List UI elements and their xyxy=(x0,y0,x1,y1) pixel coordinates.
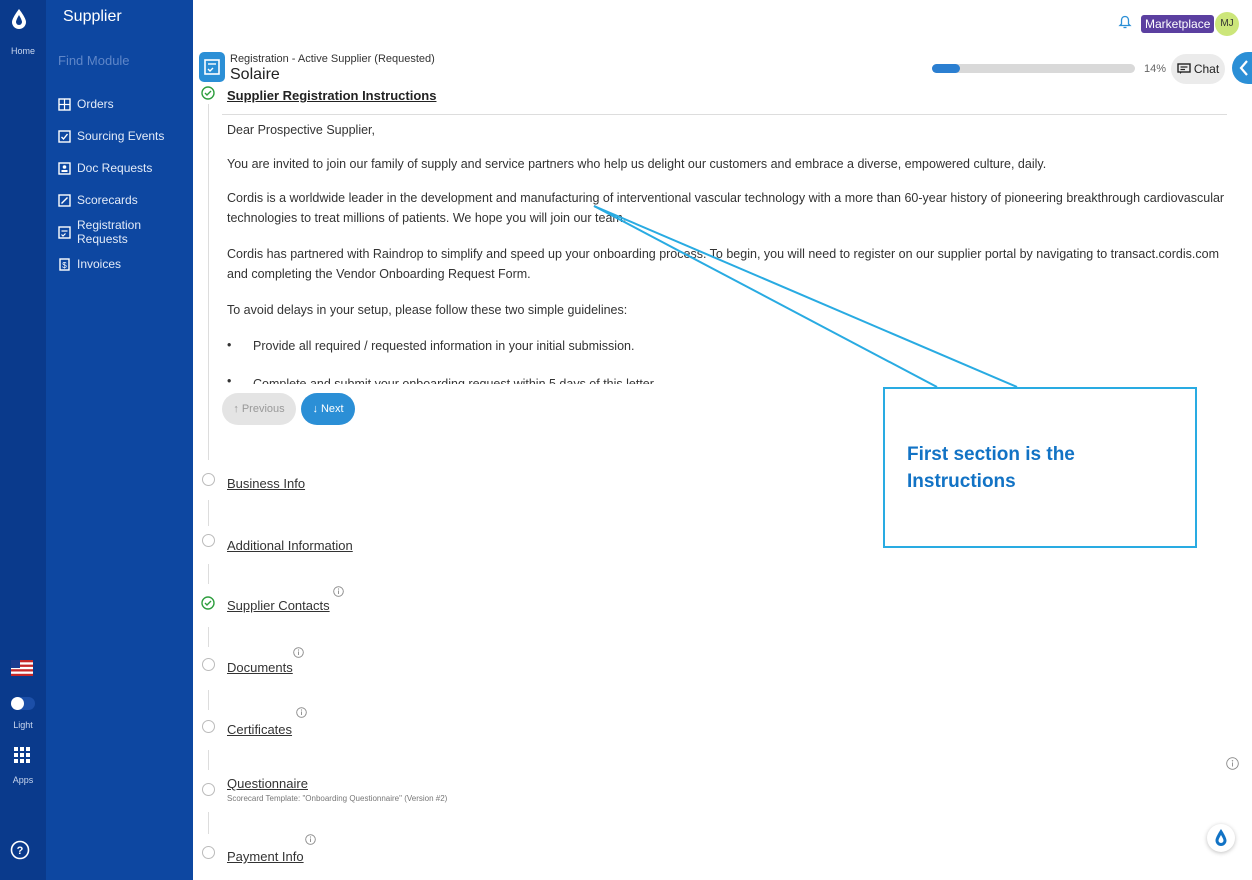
step-payment-info[interactable]: Payment Info xyxy=(227,849,304,864)
registration-icon xyxy=(58,225,71,239)
step-connector xyxy=(208,500,209,526)
sidebar-item-label: Invoices xyxy=(77,257,122,271)
chevron-left-icon xyxy=(1239,60,1248,76)
step-connector xyxy=(208,812,209,834)
chat-label: Chat xyxy=(1193,62,1220,76)
step-pending-icon xyxy=(202,473,215,486)
orders-icon xyxy=(58,97,71,111)
sidebar-item-label: Sourcing Events xyxy=(77,129,165,143)
step-complete-icon xyxy=(201,86,215,100)
sidebar-item-invoices[interactable]: $ Invoices xyxy=(58,248,193,280)
sidebar-menu: Orders Sourcing Events Doc Requests Scor… xyxy=(58,88,193,280)
info-icon[interactable] xyxy=(296,707,307,718)
step-pending-icon xyxy=(202,658,215,671)
next-label: Next xyxy=(320,403,344,415)
arrow-down-icon: ↓ xyxy=(312,403,318,415)
step-pending-icon xyxy=(202,783,215,796)
us-flag-icon[interactable] xyxy=(11,660,33,676)
sidebar-item-orders[interactable]: Orders xyxy=(58,88,193,120)
raindrop-logo-icon[interactable] xyxy=(8,8,30,30)
previous-button[interactable]: ↑ Previous xyxy=(222,393,296,425)
scorecards-icon xyxy=(58,193,71,207)
sidebar-item-label: Registration Requests xyxy=(77,218,142,246)
step-complete-icon xyxy=(201,596,215,610)
step-connector xyxy=(208,690,209,710)
letter-bullet: Provide all required / requested informa… xyxy=(253,339,635,353)
arrow-up-icon: ↑ xyxy=(233,403,239,415)
sidebar-item-label: Orders xyxy=(77,97,114,111)
help-icon[interactable]: ? xyxy=(10,840,30,860)
app-rail: Home Light Apps ? xyxy=(0,0,46,880)
annotation-callout: First section is the Instructions xyxy=(883,387,1197,548)
letter-paragraph: To avoid delays in your setup, please fo… xyxy=(227,303,628,317)
theme-toggle[interactable] xyxy=(11,697,35,710)
home-label[interactable]: Home xyxy=(0,46,46,56)
svg-text:?: ? xyxy=(17,845,24,857)
collapse-panel-button[interactable] xyxy=(1232,52,1252,84)
previous-label: Previous xyxy=(241,403,285,415)
bullet-dot: • xyxy=(227,374,232,384)
letter-greeting: Dear Prospective Supplier, xyxy=(227,123,375,137)
section-title[interactable]: Supplier Registration Instructions xyxy=(227,88,436,103)
avatar[interactable]: MJ xyxy=(1215,12,1239,36)
notification-bell-icon[interactable] xyxy=(1118,15,1132,29)
sidebar-item-doc-requests[interactable]: Doc Requests xyxy=(58,152,193,184)
info-icon[interactable] xyxy=(305,834,316,845)
step-business-info[interactable]: Business Info xyxy=(227,476,305,491)
assistant-button[interactable] xyxy=(1207,824,1235,852)
find-module-input[interactable]: Find Module xyxy=(58,53,130,68)
callout-text: First section is the Instructions xyxy=(907,444,1075,492)
marketplace-button[interactable]: Marketplace xyxy=(1141,15,1215,33)
sourcing-icon xyxy=(58,129,71,143)
step-questionnaire[interactable]: Questionnaire xyxy=(227,776,308,791)
bullet-dot: • xyxy=(227,338,232,352)
step-additional-information[interactable]: Additional Information xyxy=(227,538,353,553)
step-certificates[interactable]: Certificates xyxy=(227,722,292,737)
step-pending-icon xyxy=(202,846,215,859)
progress-fill xyxy=(932,64,961,73)
sidebar-item-sourcing-events[interactable]: Sourcing Events xyxy=(58,120,193,152)
invoices-icon: $ xyxy=(59,257,70,271)
step-connector xyxy=(208,750,209,770)
chat-icon xyxy=(1177,63,1191,74)
apps-label[interactable]: Apps xyxy=(0,775,46,785)
letter-paragraph: Cordis is a worldwide leader in the deve… xyxy=(227,191,1225,225)
svg-text:$: $ xyxy=(62,261,67,270)
info-icon[interactable] xyxy=(333,586,344,597)
chat-button[interactable]: Chat xyxy=(1171,54,1225,84)
letter-bullet: Complete and submit your onboarding requ… xyxy=(253,377,657,384)
apps-grid-icon[interactable] xyxy=(14,747,30,763)
doc-requests-icon xyxy=(58,161,71,175)
sidebar-item-scorecards[interactable]: Scorecards xyxy=(58,184,193,216)
clipped-text-area: • Complete and submit your onboarding re… xyxy=(222,372,1227,384)
section-divider xyxy=(222,114,1227,115)
registration-subtitle: Registration - Active Supplier (Requeste… xyxy=(230,53,435,65)
step-connector xyxy=(208,564,209,584)
progress-bar xyxy=(932,64,1135,73)
sidebar-item-label: Scorecards xyxy=(77,193,138,207)
sidebar-brand: Supplier xyxy=(63,8,122,25)
info-icon[interactable] xyxy=(293,647,304,658)
step-connector xyxy=(208,104,209,460)
step-documents[interactable]: Documents xyxy=(227,660,293,675)
info-icon[interactable] xyxy=(1226,757,1239,770)
letter-paragraph: Cordis has partnered with Raindrop to si… xyxy=(227,247,1219,281)
next-button[interactable]: ↓ Next xyxy=(301,393,355,425)
step-supplier-contacts[interactable]: Supplier Contacts xyxy=(227,598,330,613)
progress-percent: 14% xyxy=(1144,63,1167,75)
module-sidebar: Supplier Find Module Orders Sourcing Eve… xyxy=(46,0,193,880)
step-pending-icon xyxy=(202,720,215,733)
theme-label: Light xyxy=(13,720,33,730)
page-title: Solaire xyxy=(230,66,280,83)
registration-doc-icon xyxy=(199,52,225,82)
sidebar-item-registration-requests[interactable]: Registration Requests xyxy=(58,216,193,248)
questionnaire-subtitle: Scorecard Template: "Onboarding Question… xyxy=(227,794,448,803)
step-connector xyxy=(208,627,209,647)
letter-paragraph: You are invited to join our family of su… xyxy=(227,157,1047,171)
step-pending-icon xyxy=(202,534,215,547)
sidebar-item-label: Doc Requests xyxy=(77,161,153,175)
raindrop-icon xyxy=(1215,829,1227,846)
